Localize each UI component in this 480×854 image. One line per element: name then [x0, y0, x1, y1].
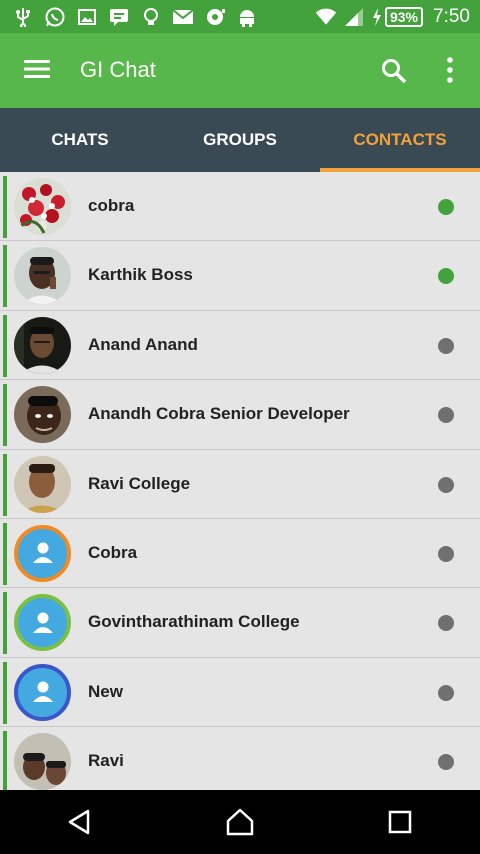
hamburger-menu-icon[interactable]: [24, 59, 50, 79]
contact-row[interactable]: Ravi College: [0, 449, 480, 519]
clock: 7:50: [433, 5, 470, 27]
row-accent-bar: [3, 731, 7, 790]
avatar-placeholder[interactable]: [14, 663, 71, 721]
tab-groups[interactable]: GROUPS: [160, 108, 320, 172]
person-icon: [32, 681, 53, 703]
charging-icon: [372, 7, 381, 26]
contact-name: Ravi College: [88, 473, 191, 493]
contact-name: Govintharathinam College: [88, 612, 300, 632]
contact-name: Ravi: [88, 751, 124, 771]
android-icon: [236, 6, 258, 28]
person-icon: [32, 542, 53, 564]
contact-name: Cobra: [88, 542, 138, 562]
recents-icon[interactable]: [376, 798, 424, 846]
avatar[interactable]: [14, 455, 71, 513]
offline-status-dot: [438, 754, 454, 771]
contact-row[interactable]: Govintharathinam College: [0, 588, 480, 658]
mail-icon: [172, 6, 194, 28]
contact-row[interactable]: Karthik Boss: [0, 241, 480, 311]
app-title: GI Chat: [80, 57, 156, 82]
system-nav-bar: [0, 790, 480, 854]
online-status-dot: [438, 268, 454, 285]
battery-indicator: 93%: [371, 6, 424, 27]
contact-row[interactable]: Ravi: [0, 727, 480, 790]
row-accent-bar: [3, 453, 7, 516]
signal-icon: [343, 6, 365, 28]
row-accent-bar: [3, 176, 7, 238]
row-accent-bar: [3, 661, 7, 724]
offline-status-dot: [438, 407, 454, 424]
contact-name: cobra: [88, 196, 135, 215]
contact-row[interactable]: Anand Anand: [0, 310, 480, 381]
app-bar: GI Chat: [0, 33, 480, 108]
avatar-placeholder[interactable]: [14, 524, 71, 582]
offline-status-dot: [438, 476, 454, 493]
tab-bar: CHATS GROUPS CONTACTS: [0, 108, 480, 172]
contacts-list[interactable]: cobra Karthik Boss Anand Anand Anandh Co…: [0, 172, 480, 790]
avatar[interactable]: [14, 247, 71, 305]
toggle-icon: [204, 6, 226, 28]
contact-row[interactable]: Anandh Cobra Senior Developer: [0, 380, 480, 450]
offline-status-dot: [438, 615, 454, 632]
avatar[interactable]: [14, 733, 71, 790]
contact-row[interactable]: cobra: [0, 172, 480, 242]
avatar[interactable]: [14, 178, 71, 235]
wifi-icon: [315, 6, 337, 28]
usb-icon: [12, 6, 34, 28]
home-icon[interactable]: [216, 798, 264, 846]
contact-row[interactable]: Cobra: [0, 518, 480, 589]
image-icon: [76, 6, 98, 28]
row-accent-bar: [3, 384, 7, 447]
avatar[interactable]: [14, 386, 71, 444]
contact-name: Anandh Cobra Senior Developer: [88, 404, 350, 424]
row-accent-bar: [3, 245, 7, 308]
online-status-dot: [438, 199, 454, 215]
tab-chats[interactable]: CHATS: [0, 108, 160, 172]
offline-status-dot: [438, 337, 454, 354]
back-icon[interactable]: [56, 798, 104, 846]
avatar[interactable]: [14, 316, 71, 374]
offline-status-dot: [438, 684, 454, 701]
row-accent-bar: [3, 522, 7, 585]
row-accent-bar: [3, 314, 7, 377]
more-options-icon[interactable]: [440, 55, 460, 85]
battery-level: 93%: [384, 6, 424, 27]
messenger-icon: [108, 6, 130, 28]
row-accent-bar: [3, 592, 7, 655]
contact-name: Karthik Boss: [88, 265, 193, 285]
person-icon: [32, 612, 53, 633]
offline-status-dot: [438, 545, 454, 562]
search-icon[interactable]: [380, 57, 408, 85]
contact-name: New: [88, 681, 123, 701]
avatar-placeholder[interactable]: [14, 594, 71, 652]
status-bar: 93% 7:50: [0, 0, 480, 33]
tab-contacts[interactable]: CONTACTS: [320, 108, 480, 172]
whatsapp-icon: [44, 6, 66, 28]
contact-row[interactable]: New: [0, 657, 480, 728]
contact-name: Anand Anand: [88, 334, 198, 354]
bulb-icon: [140, 6, 162, 28]
